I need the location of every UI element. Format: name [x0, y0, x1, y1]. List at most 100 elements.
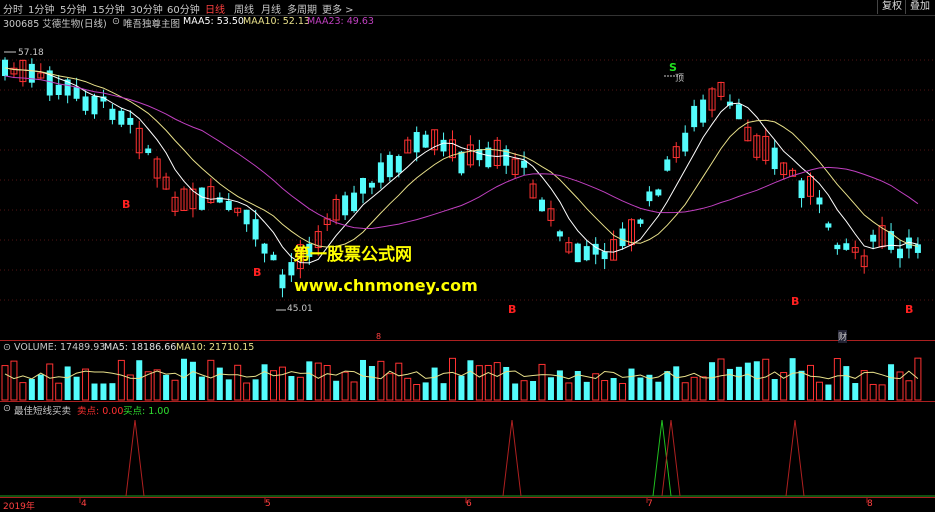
volume-bar	[530, 381, 537, 400]
volume-bar	[1, 365, 9, 401]
volume-value: VOLUME: 17489.93	[14, 342, 106, 353]
volume-ma10: MA10: 21710.15	[176, 342, 255, 353]
volume-bar	[637, 377, 644, 400]
volume-bar	[278, 366, 286, 401]
candle-body	[225, 200, 232, 211]
volume-settings-icon[interactable]: ⊙	[3, 342, 11, 353]
volume-bar	[681, 382, 689, 401]
signal-header: ⊙ 最佳短线买卖 卖点: 0.00 买点: 1.00	[0, 403, 935, 417]
candle-body	[825, 223, 832, 228]
volume-bar	[395, 362, 403, 401]
time-axis-month: 7	[647, 499, 653, 509]
volume-bar	[368, 366, 375, 400]
volume-bar	[914, 357, 922, 401]
volume-bar	[601, 380, 609, 401]
volume-bar	[136, 360, 143, 400]
volume-bar	[144, 371, 152, 401]
candle-body	[91, 95, 98, 115]
candle-body	[422, 134, 429, 148]
candle-body	[351, 192, 358, 212]
volume-bar	[252, 379, 259, 400]
volume-bar	[296, 376, 304, 401]
candle-body	[539, 199, 545, 212]
candle-body	[368, 182, 375, 188]
signal-title: 最佳短线买卖	[14, 406, 72, 417]
volume-bar	[404, 377, 412, 401]
volume-bar	[153, 369, 161, 401]
volume-bar	[207, 359, 215, 401]
kline-chart-canvas[interactable]	[0, 0, 935, 511]
candle-body	[843, 243, 850, 250]
volume-ma5: MA5: 18186.66	[104, 342, 177, 353]
volume-bar	[189, 361, 196, 400]
candle-body	[583, 246, 590, 261]
volume-bar	[413, 384, 421, 401]
signal-settings-icon[interactable]: ⊙	[3, 403, 11, 414]
volume-bar	[762, 358, 770, 401]
volume-bar	[216, 367, 223, 400]
signal-spike	[125, 419, 145, 497]
volume-bar	[91, 383, 98, 400]
volume-bar	[181, 358, 187, 400]
volume-bar	[314, 362, 322, 401]
volume-bar	[735, 366, 742, 400]
volume-bar	[852, 383, 859, 400]
volume-bar	[493, 362, 501, 401]
candle-body	[655, 189, 662, 196]
volume-header: ⊙ VOLUME: 17489.93 MA5: 18186.66 MA10: 2…	[0, 342, 935, 356]
volume-bar	[655, 381, 662, 400]
volume-bar	[467, 360, 474, 400]
time-axis-month: 6	[466, 499, 472, 509]
volume-bar	[753, 361, 760, 400]
volume-bar	[377, 360, 385, 401]
candle-body	[198, 187, 205, 210]
volume-bar	[547, 377, 554, 400]
volume-bar	[538, 363, 546, 401]
candle-body	[646, 191, 653, 202]
volume-bar	[565, 382, 573, 401]
candle-body	[342, 195, 349, 216]
volume-bar	[440, 383, 447, 400]
volume-bar	[825, 384, 832, 400]
volume-bar	[860, 370, 868, 401]
candle-body	[440, 139, 447, 152]
buy-marker: B	[122, 198, 131, 211]
volume-bar	[610, 378, 617, 400]
candle-body	[556, 231, 563, 237]
volume-bar	[833, 358, 841, 401]
volume-bar	[878, 384, 886, 401]
volume-bar	[341, 371, 349, 401]
volume-bar	[690, 376, 698, 401]
candle-body	[870, 234, 877, 242]
volume-bar	[360, 359, 366, 400]
candle-body	[279, 274, 286, 289]
time-axis-month: 5	[265, 499, 271, 509]
candle-body	[360, 177, 366, 194]
candle-body	[637, 219, 644, 224]
buy-marker: B	[791, 295, 800, 308]
volume-bar	[520, 380, 528, 401]
volume-bar	[10, 360, 18, 401]
volume-bar	[386, 373, 394, 401]
volume-bar	[82, 368, 90, 401]
volume-bar	[709, 362, 716, 400]
volume-bar	[333, 380, 340, 400]
volume-bar	[717, 358, 725, 401]
volume-bar	[55, 382, 63, 401]
volume-bar	[789, 358, 796, 400]
volume-bar	[117, 359, 125, 401]
time-axis-year: 2019年	[3, 502, 35, 512]
candle-body	[664, 159, 671, 171]
volume-bar	[73, 376, 80, 400]
volume-bar	[905, 380, 913, 401]
candle-body	[485, 147, 492, 168]
candle-body	[700, 99, 707, 123]
volume-bar	[64, 366, 71, 400]
candle-body	[601, 251, 608, 260]
volume-bar	[198, 376, 205, 400]
time-axis-month: 4	[81, 499, 87, 509]
volume-bar	[458, 375, 465, 400]
candle-body	[270, 254, 277, 261]
month-marker: 8	[376, 332, 382, 341]
volume-bar	[225, 379, 232, 400]
